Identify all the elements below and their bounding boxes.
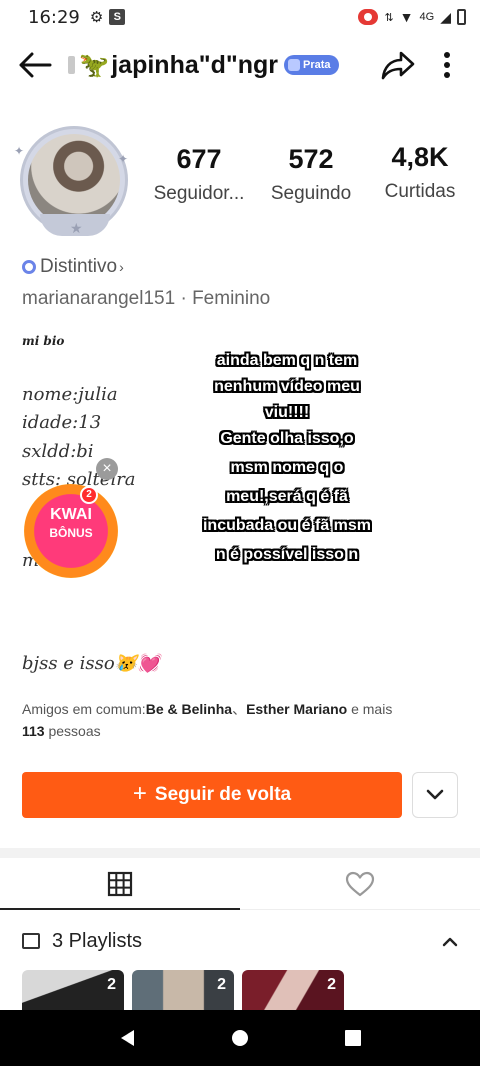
overlay-caption-2: Gente olha isso,o msm nome q o meu!,será…: [202, 430, 372, 563]
playlist-thumbnail[interactable]: 2: [22, 970, 124, 1014]
bonus-count-badge: 2: [80, 486, 98, 504]
profile-header: 🦖 japinha"d"ngr Prata: [0, 40, 480, 90]
mutual-friend-name: Be & Belinha: [145, 701, 233, 717]
profile-stats: 677 Seguidor... 572 Seguindo 4,8K Curtid…: [140, 142, 480, 205]
star-icon: ✦: [14, 144, 25, 158]
bonus-subtitle: BÔNUS: [49, 526, 93, 540]
profile-handle: marianarangel151: [22, 288, 176, 309]
section-divider: [0, 848, 480, 858]
avatar-image: [28, 134, 120, 226]
nav-recents-icon[interactable]: [344, 1029, 362, 1047]
dinosaur-icon: 🦖: [79, 51, 110, 79]
likes-label: Curtidas: [384, 181, 456, 202]
profile-handle-line: marianarangel151 · Feminino: [22, 288, 271, 309]
blurred-emoji-icon: [68, 56, 76, 74]
grid-icon: [107, 871, 133, 896]
tab-posts[interactable]: [0, 858, 240, 910]
more-vertical-icon: [444, 52, 450, 78]
chevron-up-icon[interactable]: [442, 930, 458, 953]
network-label: 4G: [419, 11, 435, 23]
chevron-right-icon: ›: [119, 259, 124, 275]
app-s-icon: S: [109, 9, 126, 25]
bio-line: nome:julia: [22, 384, 118, 405]
share-icon: [381, 51, 415, 80]
followers-stat[interactable]: 677 Seguidor...: [140, 144, 258, 205]
playlist-icon: [22, 933, 40, 949]
content-tabs: [0, 858, 480, 910]
nav-back-icon[interactable]: [118, 1028, 136, 1048]
avatar[interactable]: ✦ ✦ ★: [14, 122, 132, 240]
back-button[interactable]: [18, 45, 58, 85]
bio-signoff: bjss e isso😿💓: [22, 653, 160, 674]
playlist-count: 2: [107, 976, 116, 993]
wifi-icon: ▼: [399, 9, 414, 25]
likes-count: 4,8K: [391, 142, 449, 172]
system-nav-bar: [0, 1010, 480, 1066]
badge-link-label: Distintivo: [40, 256, 118, 277]
nav-home-icon[interactable]: [231, 1029, 249, 1047]
playlist-count: 2: [217, 976, 226, 993]
status-bar: 16:29 ⚙ S ⇅ ▼ 4G ◢: [0, 0, 480, 34]
overlay-caption: ainda bem q n tem nenhum vídeo meu viu!!…: [214, 352, 360, 421]
signal-icon: ◢: [440, 8, 451, 25]
mutual-friend-name: Esther Mariano: [246, 701, 348, 717]
badge-hex-icon: [22, 260, 36, 274]
heart-icon: [345, 871, 375, 896]
badge-link[interactable]: Distintivo ›: [22, 256, 124, 278]
bio-line: idade:13: [22, 412, 102, 433]
username: japinha"d"ngr: [111, 50, 278, 79]
share-button[interactable]: [378, 45, 418, 85]
settings-icon: ⚙: [89, 9, 104, 26]
back-arrow-icon: [19, 52, 52, 78]
suggestions-dropdown-button[interactable]: [412, 772, 458, 818]
playlists-label: 3 Playlists: [52, 929, 143, 952]
data-arrows-icon: ⇅: [384, 11, 394, 24]
playlist-count: 2: [327, 976, 336, 993]
following-count: 572: [288, 144, 334, 174]
follow-back-label: Seguir de volta: [154, 784, 292, 805]
bio-line: sxldd:bi: [22, 441, 94, 462]
plus-icon: +: [132, 780, 147, 807]
playlists-header[interactable]: 3 Playlists: [22, 926, 458, 956]
record-icon: [358, 9, 379, 25]
playlist-thumbnails: 2 2 2: [22, 970, 344, 1014]
playlist-thumbnail[interactable]: 2: [242, 970, 344, 1014]
profile-title: 🦖 japinha"d"ngr: [68, 51, 278, 80]
profile-gender: Feminino: [192, 288, 271, 309]
bio-title: mi bio: [22, 334, 65, 348]
close-bonus-button[interactable]: ×: [96, 458, 118, 480]
kwai-bonus-widget[interactable]: 2 KWAI BÔNUS: [24, 484, 118, 578]
more-options-button[interactable]: [432, 45, 462, 85]
following-stat[interactable]: 572 Seguindo: [266, 144, 356, 205]
status-time: 16:29: [28, 6, 80, 28]
follow-back-button[interactable]: + Seguir de volta: [22, 772, 402, 818]
star-icon: ✦: [118, 152, 129, 166]
level-badge-label: Prata: [303, 59, 331, 71]
chevron-down-icon: [426, 789, 444, 800]
bonus-title: KWAI: [50, 506, 92, 523]
followers-count: 677: [176, 144, 222, 174]
star-icon: ★: [70, 220, 83, 236]
mutual-friends[interactable]: Amigos em comum:Be & Belinha、Esther Mari…: [22, 698, 462, 742]
followers-label: Seguidor...: [153, 183, 245, 204]
tab-liked[interactable]: [240, 858, 480, 909]
badge-icon: [288, 59, 300, 71]
following-label: Seguindo: [270, 183, 352, 204]
likes-stat[interactable]: 4,8K Curtidas: [372, 142, 468, 205]
battery-icon: [457, 9, 466, 25]
level-badge[interactable]: Prata: [284, 55, 339, 75]
playlist-thumbnail[interactable]: 2: [132, 970, 234, 1014]
mutual-count: 113: [22, 723, 45, 739]
